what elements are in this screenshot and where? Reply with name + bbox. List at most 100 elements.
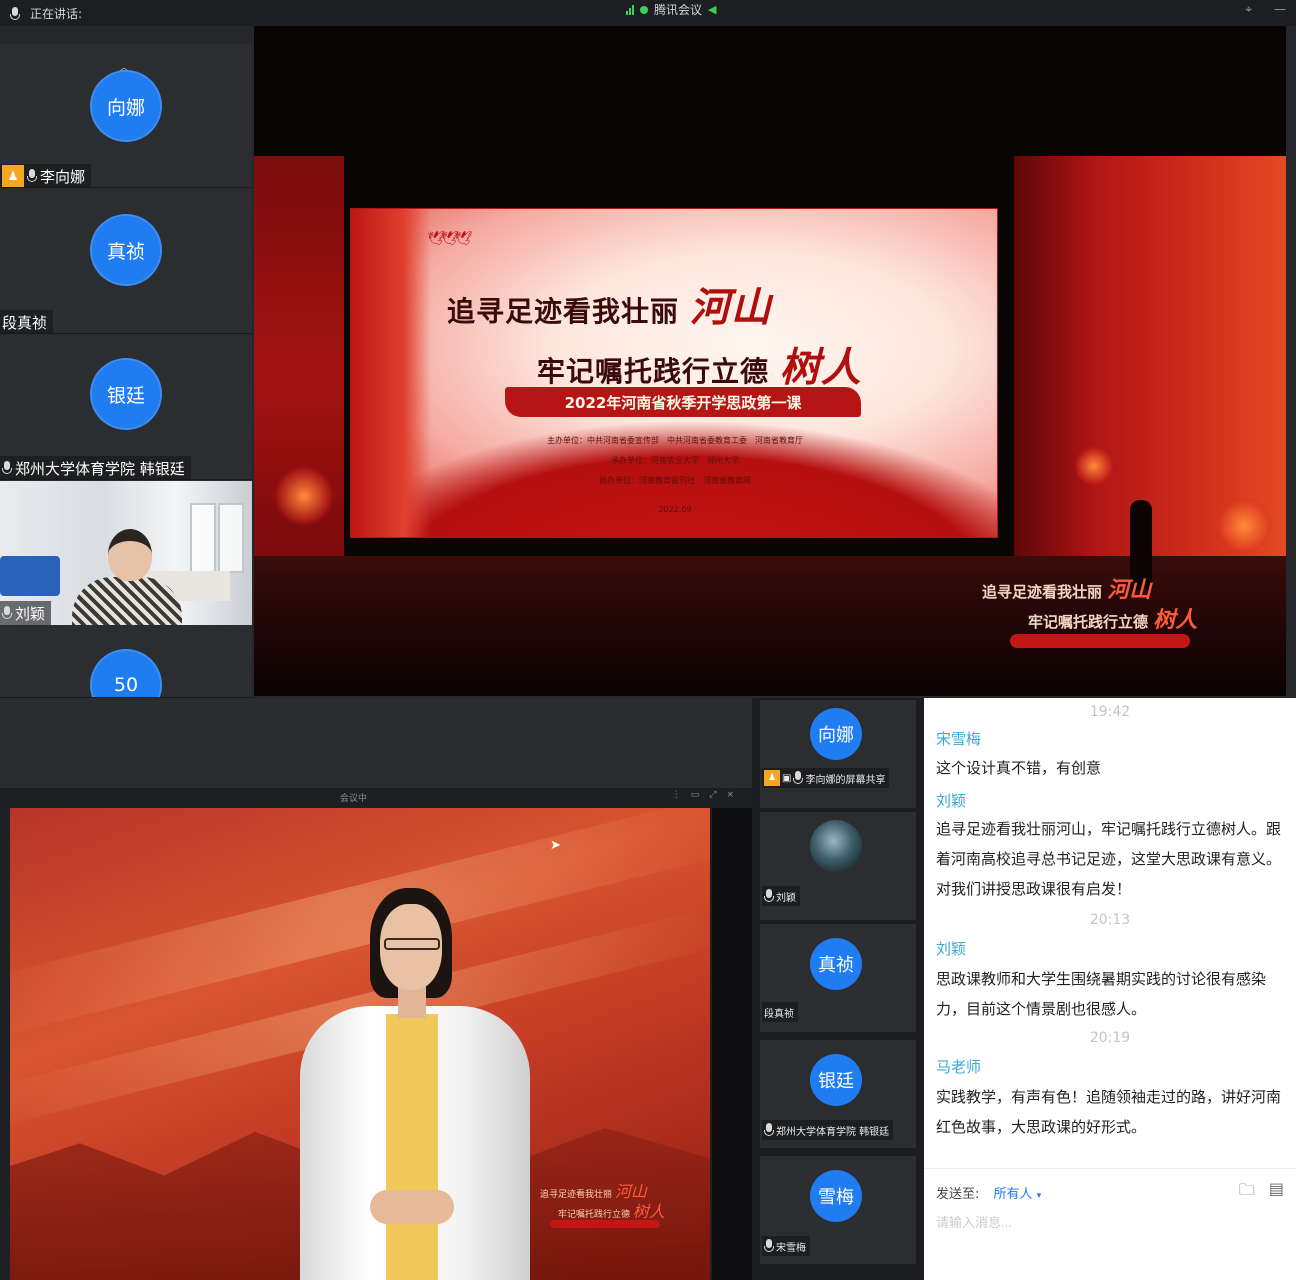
chat-timestamp: 20:19 [1089, 1030, 1131, 1046]
microphone-icon [2, 606, 12, 620]
chat-message: 思政课教师和大学生围绕暑期实践的讨论很有感染力，目前这个情景剧也很感人。 [936, 970, 1267, 1018]
video-caption: 追寻足迹看我壮丽 河山 牢记嘱托践行立德 树人 [540, 1178, 700, 1238]
file-icon[interactable]: 🗀 [1239, 1179, 1255, 1206]
video-caption-text: 牢记嘱托践行立德 [558, 1210, 631, 1220]
participant-tile[interactable]: 雪梅 宋雪梅 [760, 1156, 916, 1264]
minimize-icon[interactable]: — [1274, 2, 1286, 17]
send-to-label: 发送至: [936, 1187, 980, 1202]
microphone-icon [2, 461, 12, 475]
microphone-icon [764, 1239, 774, 1253]
chat-sender: 刘颖 [936, 940, 967, 958]
host-icon: ♟ [764, 770, 780, 786]
chevron-down-icon[interactable]: ▾ [1037, 1191, 1042, 1201]
avatar: 银廷 [90, 358, 162, 430]
participant-name-tag: 段真祯 [762, 1002, 798, 1022]
speaking-indicator: 正在讲话: [10, 5, 82, 22]
screen-title-line2: 牢记嘱托践行立德 树人 [537, 335, 862, 393]
title-bar: 正在讲话: 腾讯会议 ◀ ⌖ — [0, 0, 1296, 26]
doves-icon: 🕊🕊🕊 [427, 231, 472, 247]
chat-timestamp: 19:42 [1089, 704, 1131, 720]
microphone-icon [27, 169, 37, 183]
window-image [190, 503, 216, 573]
caption-line1: 追寻足迹看我壮丽 河山 [982, 572, 1151, 604]
send-to-selector[interactable]: 发送至: 所有人 ▾ [936, 1183, 1041, 1202]
presenter-video: ➤ 追寻足迹看我壮丽 河山 牢记嘱托践行立德 树人 [10, 808, 710, 1280]
microphone-icon [764, 889, 774, 903]
participant-name: 郑州大学体育学院 韩银廷 [15, 459, 185, 478]
chat-sender: 刘颖 [936, 792, 967, 810]
participant-name-tag: ♟ 李向娜 [0, 164, 92, 188]
screen-title-highlight: 树人 [779, 344, 862, 391]
chat-message: 实践教学，有声有色！追随领袖走过的路，讲好河南红色故事，大思政课的好形式。 [936, 1088, 1282, 1136]
participant-name: 刘颖 [15, 604, 46, 623]
participant-tile[interactable]: 刘颖 [760, 812, 916, 920]
participant-tile[interactable]: 真祯 段真祯 [0, 190, 252, 334]
speaker-icon: ◀ [708, 3, 717, 16]
chat-footer: 发送至: 所有人 ▾ 🗀 ▤ [924, 1168, 1296, 1280]
video-caption-band [550, 1220, 660, 1228]
mouse-cursor-icon: ➤ [550, 838, 561, 853]
pin-icon[interactable]: ⌖ [1245, 2, 1252, 17]
microphone-icon [764, 1123, 774, 1137]
participant-name-tag: 刘颖 [762, 886, 800, 906]
screen-title-line1: 追寻足迹看我壮丽 河山 [447, 275, 772, 333]
screen-title-text: 追寻足迹看我壮丽 [447, 295, 680, 328]
avatar: 向娜 [90, 70, 162, 142]
presenter-figure [300, 888, 530, 1280]
chat-panel: 19:42 宋雪梅 这个设计真不错，有创意 刘颖 追寻足迹看我壮丽河山，牢记嘱托… [924, 698, 1296, 1280]
microphone-icon [793, 771, 804, 785]
bokeh-light [1074, 446, 1114, 486]
participant-name: 李向娜的屏幕共享 [805, 774, 886, 786]
participant-video-person [64, 529, 182, 625]
caption-highlight: 河山 [1107, 577, 1152, 603]
participant-name: 李向娜 [40, 167, 86, 186]
inner-title-text: 会议中 [340, 794, 368, 804]
window-image [218, 503, 244, 573]
participant-list: ︿ 向娜 ♟ 李向娜 真祯 段真祯 银廷 郑州大学体育学院 韩银廷 刘颖 50 [0, 44, 252, 698]
avatar: 雪梅 [810, 1170, 862, 1222]
avatar: 向娜 [810, 708, 862, 760]
stage-led-screen: 🕊🕊🕊 追寻足迹看我壮丽 河山 牢记嘱托践行立德 树人 2022年河南省秋季开学… [350, 208, 998, 538]
avatar-photo [810, 820, 862, 872]
screen-share-icon: ▣ [782, 772, 792, 784]
stage-caption: 追寻足迹看我壮丽 河山 牢记嘱托践行立德 树人 [982, 572, 1282, 672]
screen-title-highlight: 河山 [689, 284, 772, 331]
chat-message: 追寻足迹看我壮丽河山，牢记嘱托践行立德树人。跟着河南高校追寻总书记足迹，这堂大思… [936, 820, 1282, 898]
participant-name-tag: 宋雪梅 [762, 1236, 810, 1256]
host-icon: ♟ [2, 165, 24, 187]
participant-name-tag: ♟ ▣ 李向娜的屏幕共享 [762, 768, 890, 788]
participant-video-tile[interactable]: 刘颖 [0, 481, 252, 625]
participant-tile[interactable]: 银廷 郑州大学体育学院 韩银廷 [760, 1040, 916, 1148]
screen-organizer: 承办单位：河南农业大学 郑州大学 [611, 456, 739, 465]
participant-name-tag: 郑州大学体育学院 韩银廷 [0, 456, 191, 480]
screen-title-text: 牢记嘱托践行立德 [537, 355, 770, 388]
app-title: 腾讯会议 ◀ [626, 1, 716, 18]
participant-column: 向娜 ♟ ▣ 李向娜的屏幕共享 刘颖 真祯 段真祯 银廷 郑州大学体育学院 韩银… [752, 698, 924, 1280]
participant-name: 宋雪梅 [776, 1242, 806, 1254]
participant-tile[interactable]: 50 [0, 627, 252, 698]
participant-name: 段真祯 [764, 1008, 794, 1020]
video-caption-highlight: 树人 [632, 1202, 665, 1221]
screen-date: 2022.09 [658, 505, 692, 514]
participant-tile[interactable]: 真祯 段真祯 [760, 924, 916, 1032]
participant-name: 段真祯 [2, 313, 48, 332]
caption-band [1010, 634, 1190, 648]
video-caption-line2: 牢记嘱托践行立德 树人 [558, 1198, 665, 1222]
clipboard-icon[interactable]: ▤ [1269, 1179, 1284, 1206]
participant-name-tag: 段真祯 [0, 310, 54, 334]
inner-window-controls[interactable]: ⋮▭⤢× [672, 790, 744, 800]
participant-tile[interactable]: 银廷 郑州大学体育学院 韩银廷 [0, 336, 252, 480]
participant-tile[interactable]: 向娜 ♟ ▣ 李向娜的屏幕共享 [760, 700, 916, 808]
bokeh-light [274, 466, 334, 526]
red-curtain [351, 209, 431, 537]
signal-icon [626, 4, 634, 15]
inner-title-bar: 会议中 ⋮▭⤢× [0, 788, 752, 806]
speaking-label: 正在讲话: [30, 7, 83, 21]
video-margin [712, 808, 752, 1280]
chat-input[interactable] [936, 1211, 1276, 1233]
screen-organizer: 协办单位：河南教育报刊社 河南省教育网 [599, 476, 751, 485]
window-controls: ⌖ — [1245, 2, 1286, 17]
send-to-target[interactable]: 所有人 [994, 1187, 1033, 1202]
shared-screen: 🕊🕊🕊 追寻足迹看我壮丽 河山 牢记嘱托践行立德 树人 2022年河南省秋季开学… [254, 26, 1286, 696]
participant-tile[interactable]: ︿ 向娜 ♟ 李向娜 [0, 44, 252, 188]
